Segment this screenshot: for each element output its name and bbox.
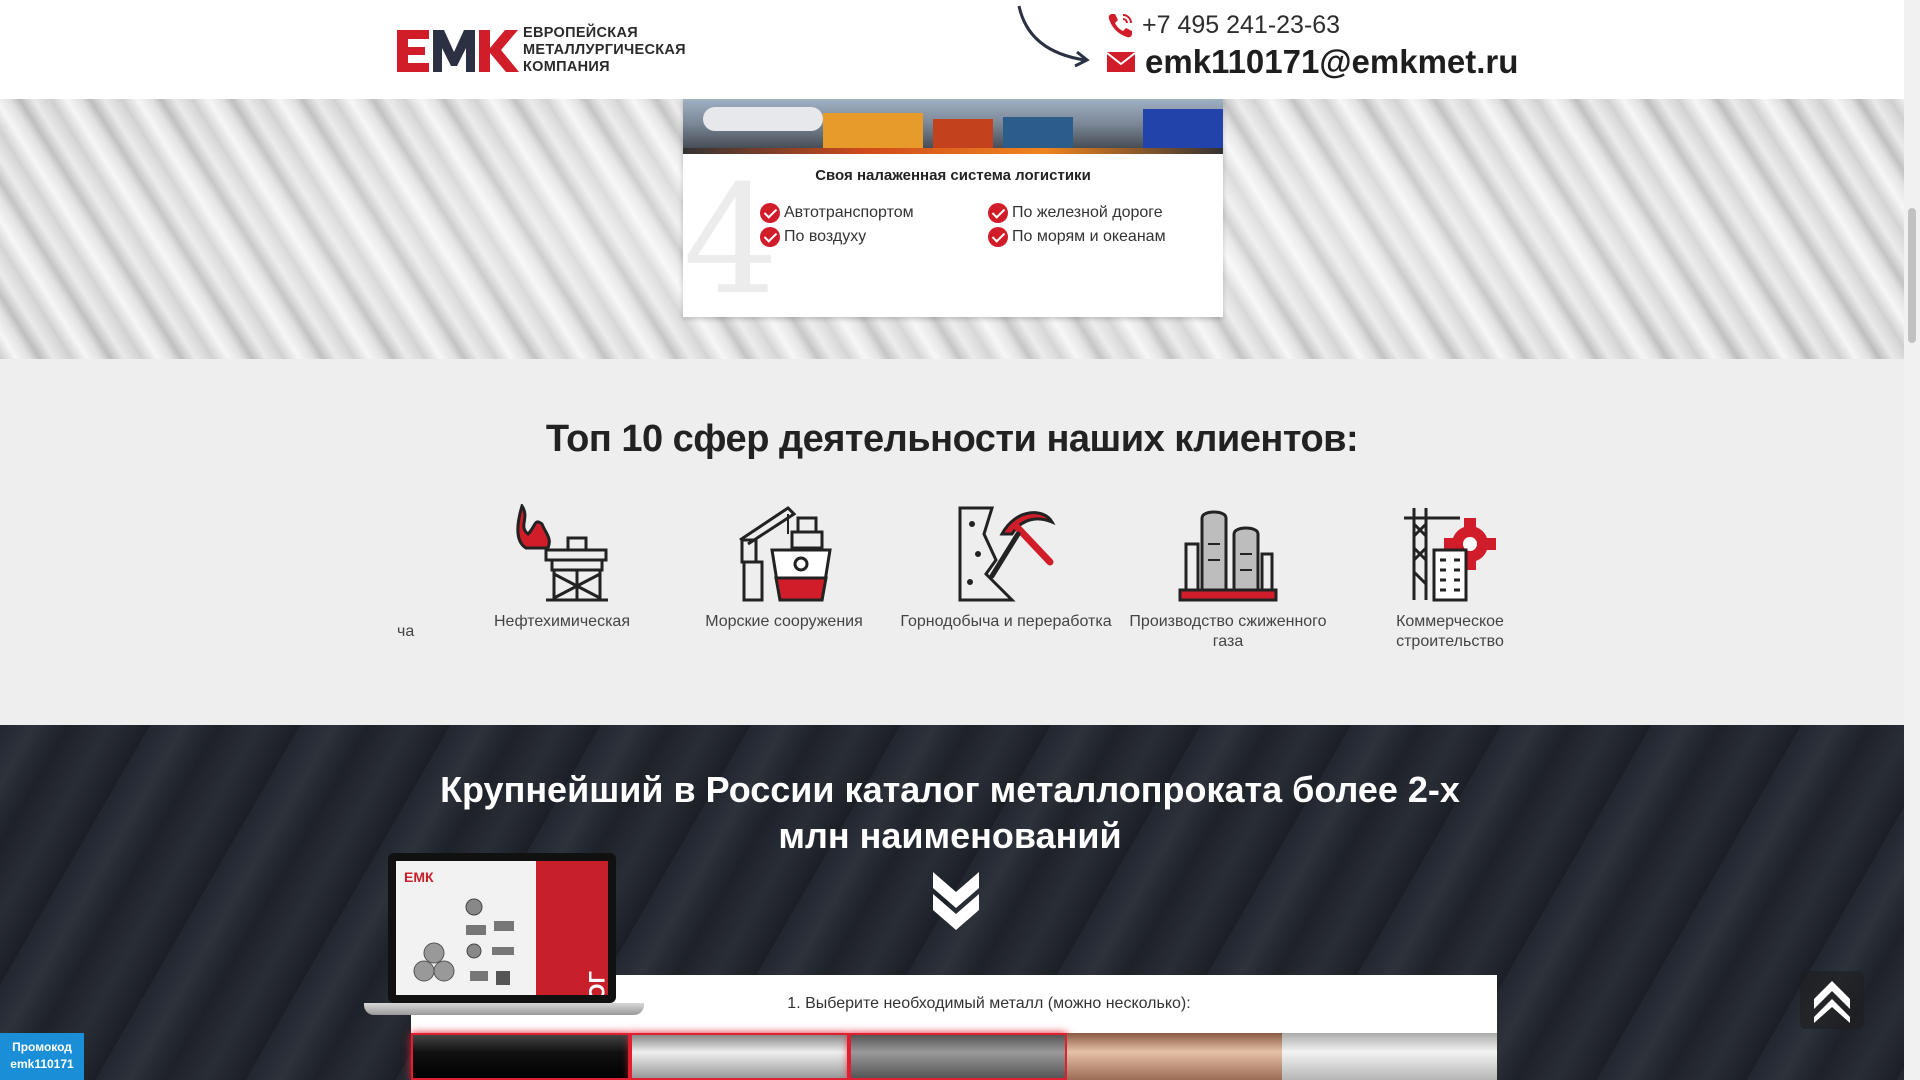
laptop-catalog-text: КАТАЛОГ (584, 971, 608, 995)
list-item: По морям и океанам (988, 225, 1166, 249)
header-phone[interactable]: +7 495 241-23-63 (1106, 9, 1340, 41)
truck-shape (823, 113, 923, 149)
logo-line-2: МЕТАЛЛУРГИЧЕСКАЯ (523, 42, 686, 58)
header-email[interactable]: emk110171@emkmet.ru (1106, 42, 1518, 82)
laptop-screen: ЕМК КАТАЛОГ (388, 853, 616, 1003)
company-logo[interactable]: ЕВРОПЕЙСКАЯ МЕТАЛЛУРГИЧЕСКАЯ КОМПАНИЯ (397, 22, 687, 80)
page-scrollbar[interactable] (1904, 0, 1920, 1080)
check-icon (760, 203, 780, 223)
industry-item-marine[interactable]: Морские сооружения (674, 504, 894, 632)
check-icon (988, 203, 1008, 223)
metal-option-copper[interactable] (1067, 1033, 1283, 1080)
check-icon (988, 227, 1008, 247)
metal-swatches (411, 1033, 1497, 1080)
gas-tanks-icon (1178, 510, 1278, 602)
phone-icon (1108, 14, 1132, 38)
logistics-list-left: Автотранспортом По воздуху (760, 201, 914, 249)
scroll-to-top-button[interactable] (1800, 971, 1864, 1029)
metal-option-aluminum[interactable] (1282, 1033, 1497, 1080)
logistics-title: Своя налаженная система логистики (815, 167, 1091, 184)
industry-item-mining[interactable]: Горнодобыча и переработка (896, 504, 1116, 632)
construction-crane-icon (1404, 508, 1496, 602)
list-item-label: Автотранспортом (784, 204, 914, 221)
phone-number[interactable]: +7 495 241-23-63 (1142, 11, 1340, 40)
list-item: По воздуху (760, 225, 914, 249)
industry-label: Нефтехимическая (494, 613, 630, 630)
list-item: Автотранспортом (760, 201, 914, 225)
section-title: Топ 10 сфер деятельности наших клиентов: (545, 418, 1359, 460)
catalog-section: Крупнейший в России каталог металлопрока… (0, 725, 1904, 1080)
list-item-label: По морям и океанам (1012, 228, 1166, 245)
industry-label: Горнодобыча и переработка (900, 613, 1112, 630)
plane-shape (703, 107, 823, 131)
laptop-logo: ЕМК (404, 869, 434, 885)
double-chevron-down-icon (933, 872, 979, 930)
logo-line-1: ЕВРОПЕЙСКАЯ (523, 25, 638, 41)
logo-text: ЕВРОПЕЙСКАЯ МЕТАЛЛУРГИЧЕСКАЯ КОМПАНИЯ (523, 25, 686, 76)
promo-label: Промокод (12, 1040, 72, 1054)
list-item-label: По воздуху (784, 228, 867, 245)
industry-item-lng[interactable]: Производство сжиженного газа (1118, 504, 1338, 652)
list-item-label: По железной дороге (1012, 204, 1163, 221)
laptop-base (364, 1003, 644, 1015)
logistics-photo (683, 99, 1223, 154)
promo-code-badge[interactable]: Промокод emk110171 (0, 1033, 84, 1080)
metal-option-black[interactable] (411, 1033, 630, 1080)
scrollbar-thumb[interactable] (1908, 208, 1916, 343)
email-address[interactable]: emk110171@emkmet.ru (1145, 43, 1518, 81)
emk-logo-mark-icon (397, 30, 519, 72)
industry-label: Коммерческое строительство (1396, 613, 1504, 650)
pickaxe-mine-icon (958, 506, 1056, 602)
logo-line-3: КОМПАНИЯ (523, 59, 610, 75)
promo-code: emk110171 (10, 1057, 74, 1071)
metal-option-stainless[interactable] (629, 1033, 849, 1080)
double-chevron-up-icon (1814, 981, 1850, 1023)
laptop-red-panel: КАТАЛОГ (536, 861, 608, 995)
industry-item-construction[interactable]: Коммерческое строительство (1340, 504, 1560, 652)
site-header: ЕВРОПЕЙСКАЯ МЕТАЛЛУРГИЧЕСКАЯ КОМПАНИЯ +7… (0, 0, 1904, 99)
logistics-card: 4 Своя налаженная система логистики Авто… (683, 99, 1223, 317)
metal-option-steel[interactable] (848, 1033, 1068, 1080)
logistics-list-right: По железной дороге По морям и океанам (988, 201, 1166, 249)
train-shape (1143, 109, 1223, 149)
industry-label: Морские сооружения (705, 613, 863, 630)
check-icon (760, 227, 780, 247)
container-shape-2 (1003, 117, 1073, 149)
industry-label: Производство сжиженного газа (1129, 613, 1327, 650)
industry-item-petrochemical[interactable]: Нефтехимическая (452, 504, 672, 632)
container-shape-1 (933, 119, 993, 149)
envelope-icon (1106, 52, 1136, 72)
catalog-title: Крупнейший в России каталог металлопрока… (440, 769, 1460, 856)
catalog-laptop-image: ЕМК КАТАЛОГ (364, 853, 644, 1023)
ship-crane-icon (739, 506, 832, 602)
laptop-screen-content: ЕМК КАТАЛОГ (396, 861, 608, 995)
oil-platform-icon (516, 504, 608, 602)
carousel-item-partial-label: ча (397, 623, 415, 640)
top10-section: Топ 10 сфер деятельности наших клиентов:… (0, 359, 1904, 725)
pipes-bundle-icon (413, 898, 514, 985)
curved-arrow-icon (1017, 5, 1090, 68)
list-item: По железной дороге (988, 201, 1166, 225)
